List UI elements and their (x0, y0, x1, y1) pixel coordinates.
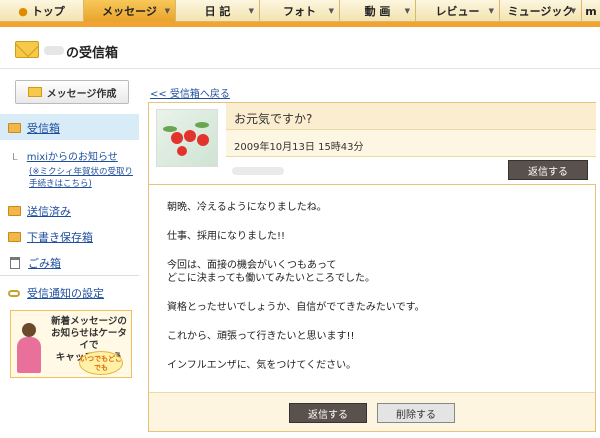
top-nav: ● トップ メッセージ ▼ 日 記 ▼ フォト ▼ 動 画 ▼ レビュー ▼ ミ… (0, 0, 600, 22)
sidebar-item-label: 受信箱 (27, 122, 60, 135)
chevron-down-icon: ▼ (164, 7, 170, 15)
nengajo-note-link[interactable]: (※ミクシィ年賀状の受取り手続きはこちら) (29, 166, 139, 190)
nav-item-photo[interactable]: フォト ▼ (260, 0, 340, 22)
body-line: 仕事、採用になりました!! (167, 231, 286, 242)
body-line: どこに決まっても働いてみたいところでした。 (167, 273, 375, 284)
sender-avatar[interactable] (156, 109, 218, 167)
page-title: の受信箱 (66, 46, 119, 61)
trash-icon (10, 257, 20, 269)
notification-settings-link[interactable]: 受信通知の設定 (8, 285, 104, 301)
sidebar-item-mixi-notice[interactable]: L mixiからのお知らせ (12, 148, 118, 163)
envelope-icon (15, 41, 39, 58)
sidebar-item-trash[interactable]: ごみ箱 (8, 255, 61, 271)
banner-bubble: いつでもどこでも (79, 351, 123, 375)
message-subject: お元気ですか? (234, 112, 313, 126)
nav-item-label: ミュージック (507, 5, 574, 18)
message-panel: お元気ですか? 2009年10月13日 15時43分 返信する 朝晩、冷えるよう… (148, 102, 596, 432)
sidebar-item-label: 下書き保存箱 (27, 231, 93, 244)
back-to-inbox-link[interactable]: << 受信箱へ戻る (150, 85, 230, 100)
key-icon (8, 289, 20, 297)
reply-button-top[interactable]: 返信する (508, 160, 588, 180)
nav-item-more[interactable]: m (582, 0, 600, 22)
compose-label: メッセージ作成 (46, 88, 117, 100)
header-divider (149, 184, 595, 185)
nav-item-label: m (585, 4, 597, 18)
delete-button[interactable]: 削除する (377, 403, 455, 423)
nav-item-message[interactable]: メッセージ ▼ (84, 0, 176, 22)
body-line: 資格とったせいでしょうか、自信がでてきたみたいです。 (167, 302, 425, 313)
sidebar-item-label: 送信済み (27, 205, 71, 218)
message-subject-row: お元気ですか? (226, 103, 596, 130)
blurred-username (44, 46, 64, 55)
sidebar-item-label: mixiからのお知らせ (26, 152, 118, 163)
nav-item-top[interactable]: ● トップ (0, 0, 84, 22)
folder-icon (8, 123, 21, 133)
nav-item-label: フォト (283, 5, 316, 18)
message-date: 2009年10月13日 15時43分 (234, 142, 364, 153)
chevron-down-icon: ▼ (328, 7, 334, 15)
body-line: インフルエンザに、気をつけてください。 (167, 360, 357, 371)
banner-line-2: お知らせはケータイで (51, 328, 127, 351)
nav-item-label: メッセージ (102, 5, 157, 18)
mobile-notice-banner[interactable]: 新着メッセージの お知らせはケータイで キャッチしよう いつでもどこでも (10, 310, 132, 378)
message-sender-row: 返信する (226, 157, 596, 184)
nav-item-review[interactable]: レビュー ▼ (416, 0, 500, 22)
body-line: 朝晩、冷えるようになりましたね。 (167, 202, 327, 213)
sidebar-divider (0, 275, 139, 276)
nav-item-video[interactable]: 動 画 ▼ (340, 0, 416, 22)
sidebar-item-sent[interactable]: 送信済み (8, 203, 71, 219)
sidebar-item-label: ごみ箱 (28, 257, 61, 270)
body-line: 今回は、面接の機会がいくつもあって (167, 260, 337, 271)
notification-label: 受信通知の設定 (27, 287, 104, 300)
folder-icon (8, 232, 21, 242)
sidebar-item-drafts[interactable]: 下書き保存箱 (8, 229, 93, 245)
blurred-sender-name (232, 167, 284, 175)
chevron-down-icon: ▼ (570, 7, 576, 15)
message-body: 朝晩、冷えるようになりましたね。 仕事、採用になりました!! 今回は、面接の機会… (167, 201, 587, 372)
nav-item-label: 動 画 (364, 5, 391, 18)
chevron-down-icon: ▼ (248, 7, 254, 15)
folder-icon (8, 206, 21, 216)
nav-item-label: トップ (31, 5, 65, 18)
tree-branch-icon: L (12, 152, 18, 163)
woman-with-phone-icon (15, 323, 43, 375)
banner-line-1: 新着メッセージの (51, 316, 127, 327)
nav-item-diary[interactable]: 日 記 ▼ (176, 0, 260, 22)
envelope-icon (27, 87, 42, 97)
compose-message-button[interactable]: メッセージ作成 (15, 80, 129, 104)
message-date-row: 2009年10月13日 15時43分 (226, 130, 596, 157)
nav-item-music[interactable]: ミュージック ▼ (500, 0, 582, 22)
body-line: これから、頑張って行きたいと思います!! (167, 331, 355, 342)
chevron-down-icon: ▼ (488, 7, 494, 15)
nav-item-label: レビュー (435, 5, 480, 18)
page-header: の受信箱 (0, 27, 600, 69)
nav-item-label: 日 記 (204, 5, 231, 18)
message-footer: 返信する 削除する (149, 392, 595, 431)
reply-button[interactable]: 返信する (289, 403, 367, 423)
sidebar-item-inbox[interactable]: 受信箱 (8, 120, 60, 136)
chevron-down-icon: ▼ (404, 7, 410, 15)
home-icon: ● (18, 4, 28, 18)
